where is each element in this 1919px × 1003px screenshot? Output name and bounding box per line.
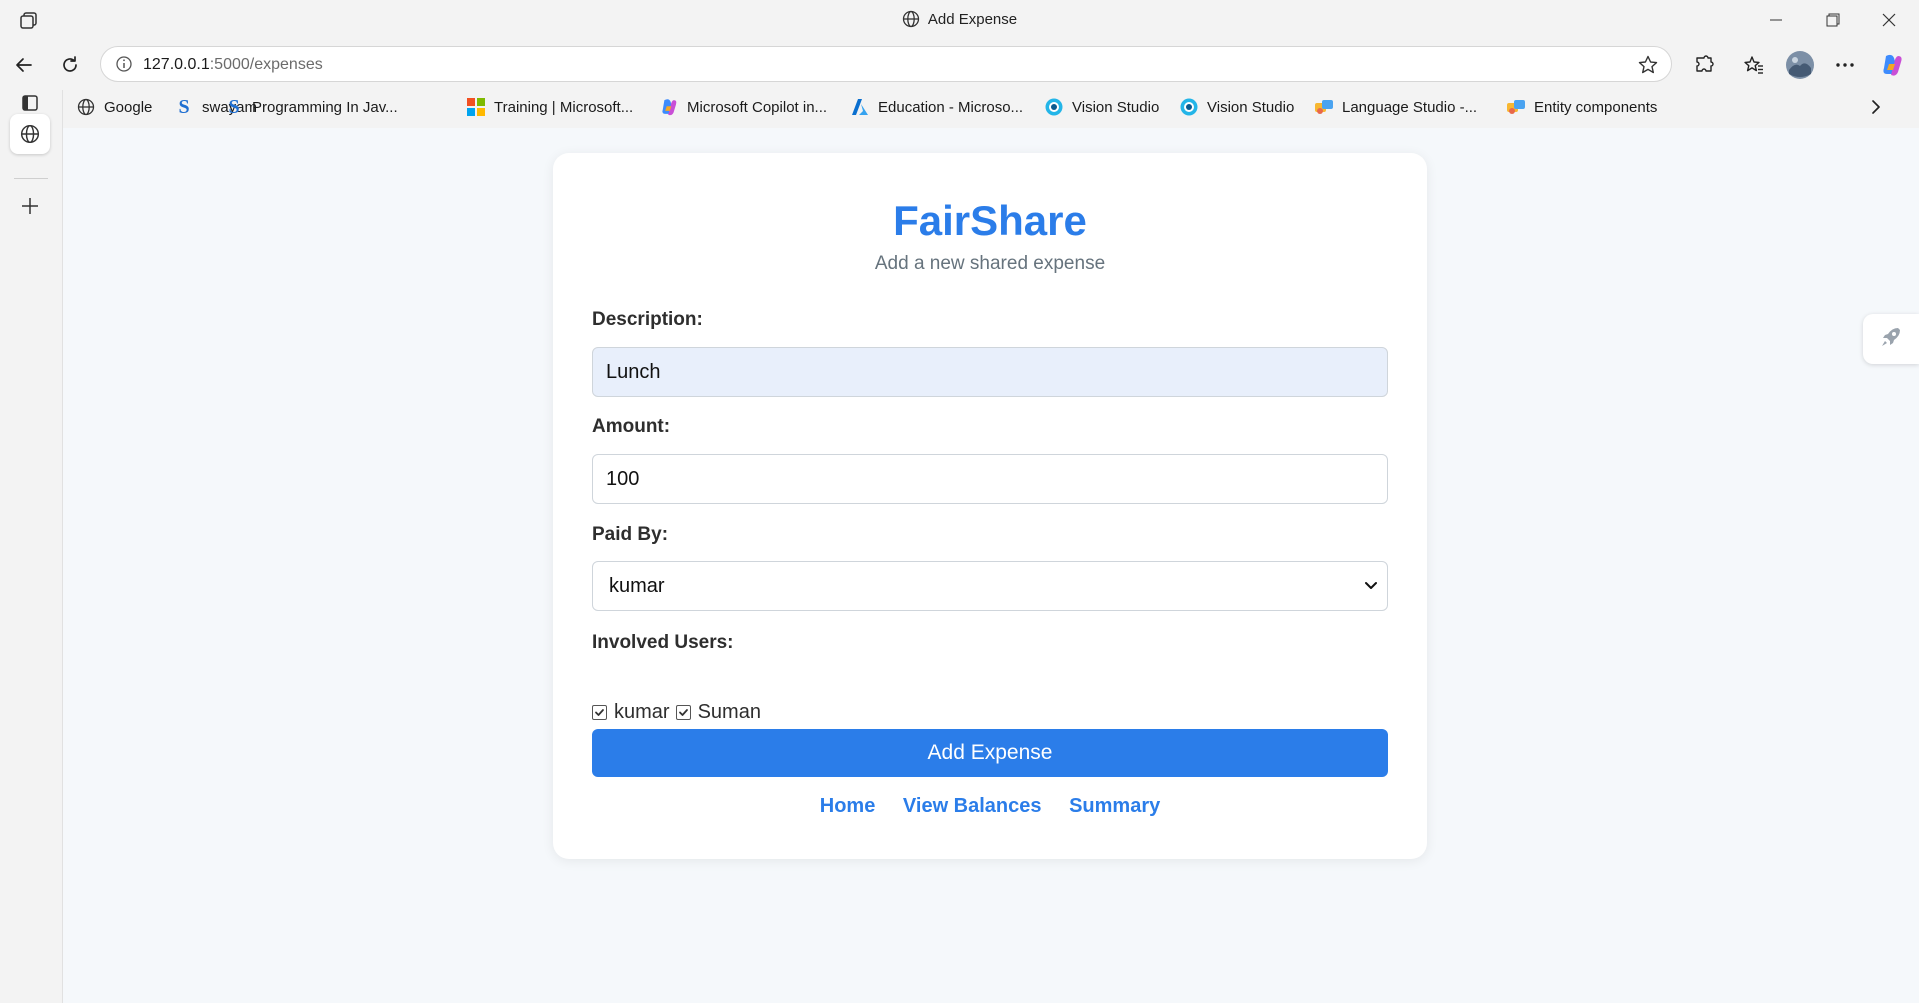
footer-nav-links: Home View Balances Summary (553, 795, 1427, 818)
floating-assistant-button[interactable] (1863, 314, 1919, 364)
browser-toolbar: 127.0.0.1:5000/expenses (0, 40, 1919, 90)
close-button[interactable] (1866, 6, 1912, 34)
extensions-icon[interactable] (1688, 49, 1720, 81)
home-link[interactable]: Home (820, 795, 876, 817)
bookmark-label: Vision Studio (1207, 98, 1295, 116)
brand-title: FairShare (893, 197, 1087, 244)
vertical-tab-strip (0, 90, 63, 1003)
bookmark-label: Training | Microsoft... (494, 98, 634, 116)
restore-button[interactable] (1810, 6, 1856, 34)
browser-title-bar: Add Expense (0, 0, 1919, 40)
bookmarks-overflow-chevron-icon[interactable] (1870, 94, 1882, 120)
bookmark-label: Microsoft Copilot in... (687, 98, 828, 116)
involved-users-checkboxes: kumar Suman (592, 700, 767, 724)
page-viewport: FairShare Add a new shared expense Descr… (63, 128, 1919, 1003)
globe-icon (76, 97, 96, 117)
bookmark-programming-java[interactable]: S Programming In Jav... (224, 94, 398, 120)
favorite-star-icon[interactable] (1637, 54, 1659, 81)
url-path: :5000/expenses (209, 56, 323, 73)
language-studio-icon (1314, 97, 1334, 117)
microsoft-icon (466, 97, 486, 117)
swayam-icon: S (178, 95, 190, 118)
bookmark-google[interactable]: Google (76, 94, 152, 120)
checkbox-suman[interactable] (675, 704, 691, 720)
paid-by-selected-value: kumar (609, 575, 665, 597)
active-tab-globe-icon[interactable] (10, 114, 50, 154)
language-studio-icon (1506, 97, 1526, 117)
bookmark-education-microsoft[interactable]: Education - Microso... (850, 94, 1023, 120)
window-title-text: Add Expense (927, 11, 1018, 28)
expense-form-card: FairShare Add a new shared expense Descr… (553, 153, 1427, 859)
copilot-icon (659, 97, 679, 117)
amount-label: Amount: (592, 416, 671, 437)
swayam-icon: S (228, 95, 240, 118)
checkbox-label-suman: Suman (697, 700, 761, 723)
bookmark-label: Entity components (1534, 98, 1658, 116)
bookmark-label: Education - Microso... (878, 98, 1024, 116)
view-balances-link[interactable]: View Balances (903, 795, 1042, 817)
involved-users-label: Involved Users: (592, 632, 734, 653)
amount-input[interactable]: 100 (592, 454, 1388, 504)
more-menu-icon[interactable] (1829, 49, 1861, 81)
bookmark-vision-studio-2[interactable]: Vision Studio (1179, 94, 1294, 120)
back-button[interactable] (8, 49, 40, 81)
paid-by-select[interactable]: kumar (592, 561, 1388, 611)
url-text[interactable]: 127.0.0.1:5000/expenses (143, 56, 323, 74)
azure-icon (850, 97, 870, 117)
minimize-button[interactable] (1753, 6, 1799, 34)
bookmark-label: Language Studio -... (1342, 98, 1478, 116)
bookmark-entity-components[interactable]: Entity components (1506, 94, 1657, 120)
favorites-icon[interactable] (1738, 49, 1770, 81)
bookmark-vision-studio-1[interactable]: Vision Studio (1044, 94, 1159, 120)
rocket-icon (1878, 324, 1904, 355)
profile-avatar[interactable] (1784, 49, 1816, 81)
bookmark-label: Programming In Jav... (252, 98, 398, 116)
checkbox-label-kumar: kumar (614, 700, 670, 723)
bookmark-label: Google (104, 98, 153, 116)
window-title: Add Expense (0, 10, 1919, 32)
bookmark-language-studio[interactable]: Language Studio -... (1314, 94, 1477, 120)
summary-link[interactable]: Summary (1069, 795, 1160, 817)
paid-by-label: Paid By: (592, 524, 669, 545)
site-info-icon[interactable] (115, 55, 133, 78)
vision-studio-icon (1044, 97, 1064, 117)
add-expense-button[interactable]: Add Expense (592, 729, 1388, 777)
bookmarks-bar: Google S swayam S Programming In Jav... … (64, 90, 1919, 124)
page-subtitle: Add a new shared expense (874, 253, 1106, 274)
bookmark-copilot[interactable]: Microsoft Copilot in... (659, 94, 827, 120)
bookmark-training-microsoft[interactable]: Training | Microsoft... (466, 94, 633, 120)
description-label: Description: (592, 309, 703, 330)
description-input[interactable]: Lunch (592, 347, 1388, 397)
vision-studio-icon (1179, 97, 1199, 117)
checkbox-kumar[interactable] (592, 704, 607, 720)
address-bar[interactable]: 127.0.0.1:5000/expenses (100, 46, 1672, 82)
url-host: 127.0.0.1 (143, 56, 210, 73)
bookmark-label: Vision Studio (1072, 98, 1160, 116)
copilot-icon[interactable] (1876, 49, 1908, 81)
refresh-button[interactable] (54, 49, 86, 81)
chevron-down-icon (1365, 562, 1377, 628)
globe-icon (902, 10, 920, 32)
tab-divider (14, 178, 48, 179)
new-tab-plus-icon[interactable] (10, 186, 50, 226)
